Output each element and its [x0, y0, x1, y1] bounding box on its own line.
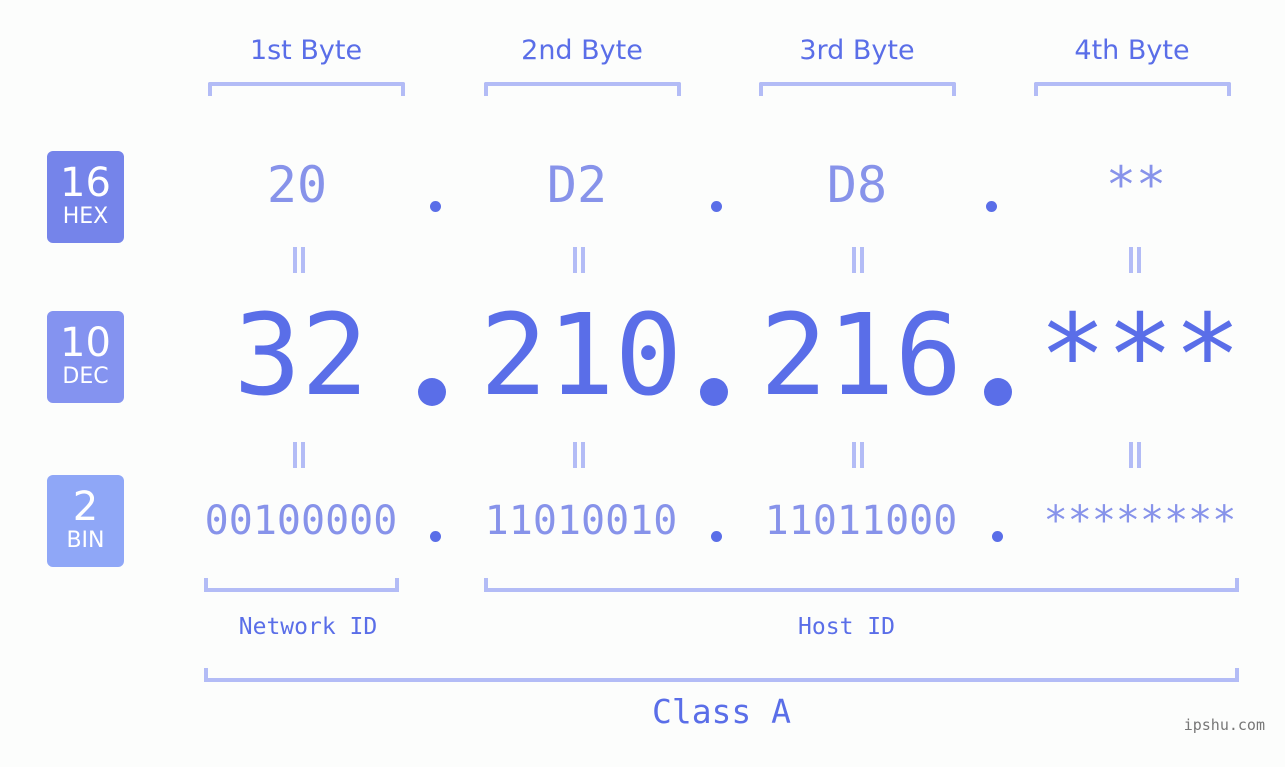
byte-header-3: 3rd Byte — [799, 35, 915, 66]
byte-bracket-2 — [484, 82, 681, 96]
equals-icon — [851, 442, 865, 468]
bin-byte-4: ******** — [1043, 498, 1237, 544]
hex-byte-3: D8 — [826, 156, 888, 214]
hex-dot-2 — [711, 201, 722, 212]
bin-dot-2 — [711, 531, 722, 542]
class-label: Class A — [651, 692, 792, 731]
hex-byte-2: D2 — [546, 156, 608, 214]
dec-byte-1: 32 — [233, 291, 369, 421]
byte-header-1: 1st Byte — [249, 35, 363, 66]
host-id-bracket — [484, 578, 1239, 592]
network-id-bracket — [204, 578, 399, 592]
byte-header-4: 4th Byte — [1074, 35, 1190, 66]
bin-byte-1: 00100000 — [204, 498, 398, 544]
hex-dot-3 — [986, 201, 997, 212]
bin-badge-base: 2 — [72, 484, 99, 530]
dec-byte-4: *** — [1038, 291, 1242, 421]
dec-dot-3 — [984, 378, 1012, 406]
hex-badge-label: HEX — [62, 204, 109, 229]
dec-dot-2 — [700, 378, 728, 406]
bin-dot-1 — [430, 531, 441, 542]
byte-header-2: 2nd Byte — [521, 35, 643, 66]
dec-badge-base: 10 — [60, 320, 111, 366]
watermark: ipshu.com — [1183, 716, 1265, 734]
dec-dot-1 — [418, 378, 446, 406]
dec-byte-2: 210 — [479, 291, 683, 421]
dec-badge-label: DEC — [62, 364, 109, 389]
equals-icon — [572, 442, 586, 468]
bin-badge-label: BIN — [66, 528, 105, 553]
hex-dot-1 — [430, 201, 441, 212]
hex-badge: 16 HEX — [47, 151, 124, 243]
equals-icon — [572, 247, 586, 273]
class-bracket — [204, 668, 1239, 682]
equals-icon — [851, 247, 865, 273]
dec-badge: 10 DEC — [47, 311, 124, 403]
bin-badge: 2 BIN — [47, 475, 124, 567]
byte-bracket-4 — [1034, 82, 1231, 96]
host-id-label: Host ID — [798, 614, 895, 640]
bin-dot-3 — [992, 531, 1003, 542]
equals-icon — [292, 442, 306, 468]
hex-badge-base: 16 — [60, 160, 111, 206]
equals-icon — [1128, 247, 1142, 273]
equals-icon — [1128, 442, 1142, 468]
dec-byte-3: 216 — [759, 291, 963, 421]
bin-byte-3: 11011000 — [764, 498, 958, 544]
equals-icon — [292, 247, 306, 273]
byte-bracket-3 — [759, 82, 956, 96]
byte-bracket-1 — [208, 82, 405, 96]
bin-byte-2: 11010010 — [484, 498, 678, 544]
hex-byte-1: 20 — [266, 156, 328, 214]
hex-byte-4: ** — [1105, 156, 1167, 214]
network-id-label: Network ID — [238, 614, 378, 640]
